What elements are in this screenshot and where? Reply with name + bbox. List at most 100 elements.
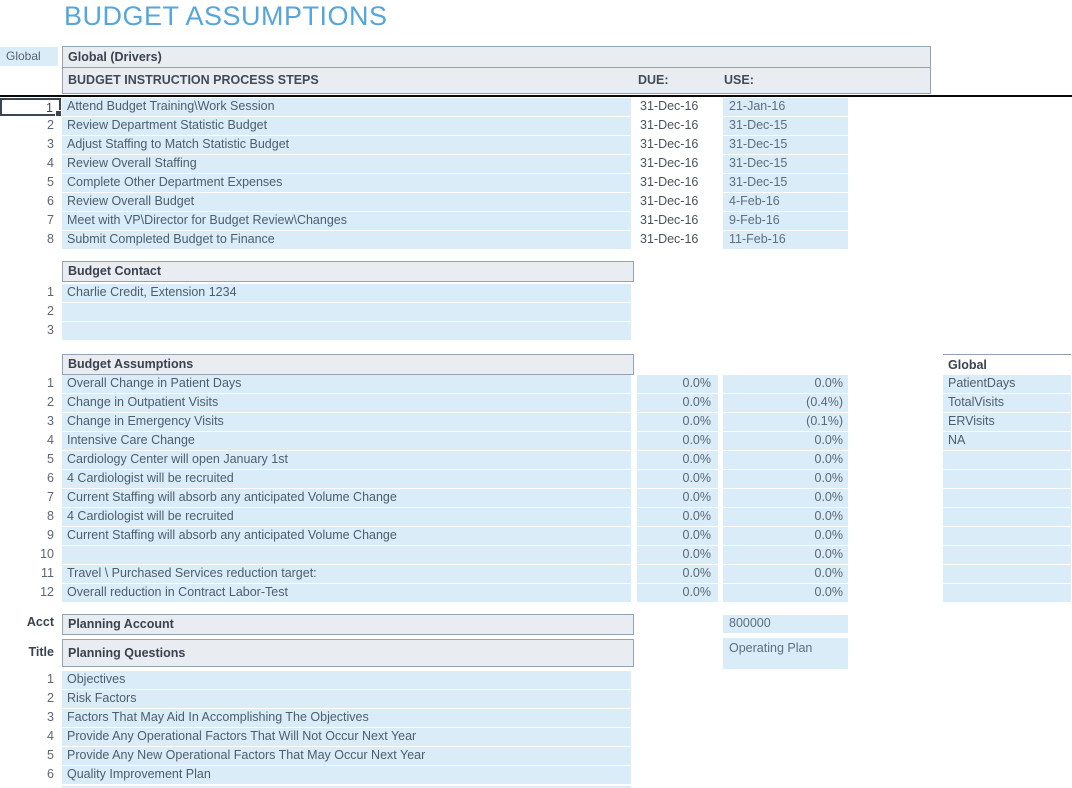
contact-cell[interactable]: Charlie Credit, Extension 1234: [62, 284, 631, 302]
percent1-cell[interactable]: 0.0%: [637, 451, 718, 469]
assumption-cell[interactable]: Current Staffing will absorb any anticip…: [62, 489, 631, 507]
percent1-cell[interactable]: 0.0%: [637, 470, 718, 488]
selected-cell[interactable]: 1: [0, 98, 61, 116]
process-step-cell[interactable]: Adjust Staffing to Match Statistic Budge…: [62, 136, 631, 154]
row-number[interactable]: 4: [0, 155, 58, 173]
global-driver-cell[interactable]: [943, 565, 1071, 583]
percent2-cell[interactable]: 0.0%: [723, 470, 848, 488]
row-number[interactable]: 3: [0, 136, 58, 154]
use-date-cell[interactable]: 31-Dec-15: [723, 136, 848, 154]
row-number[interactable]: 11: [0, 565, 58, 583]
process-step-cell[interactable]: Submit Completed Budget to Finance: [62, 231, 631, 249]
use-date-cell[interactable]: 4-Feb-16: [723, 193, 848, 211]
question-cell[interactable]: Provide Any New Operational Factors That…: [62, 747, 631, 765]
process-steps-header[interactable]: BUDGET INSTRUCTION PROCESS STEPS: [68, 68, 319, 93]
row-number[interactable]: 2: [0, 394, 58, 412]
operating-plan-cell[interactable]: Operating Plan: [723, 638, 848, 669]
assumption-cell[interactable]: Overall Change in Patient Days: [62, 375, 631, 393]
due-date-cell[interactable]: 31-Dec-16: [637, 155, 718, 173]
question-cell[interactable]: Provide Any Operational Factors That Wil…: [62, 728, 631, 746]
percent1-cell[interactable]: 0.0%: [637, 394, 718, 412]
global-driver-cell[interactable]: NA: [943, 432, 1071, 450]
global-driver-cell[interactable]: [943, 508, 1071, 526]
global-corner-cell[interactable]: Global: [0, 47, 58, 66]
row-number[interactable]: 3: [0, 413, 58, 431]
due-date-cell[interactable]: 31-Dec-16: [637, 212, 718, 230]
row-number[interactable]: 6: [0, 470, 58, 488]
percent2-cell[interactable]: 0.0%: [723, 508, 848, 526]
assumption-cell[interactable]: Change in Outpatient Visits: [62, 394, 631, 412]
due-date-cell[interactable]: 31-Dec-16: [637, 98, 718, 116]
row-number[interactable]: 9: [0, 527, 58, 545]
row-number[interactable]: 4: [0, 728, 58, 746]
due-date-cell[interactable]: 31-Dec-16: [637, 174, 718, 192]
use-date-cell[interactable]: 31-Dec-15: [723, 117, 848, 135]
percent1-cell[interactable]: 0.0%: [637, 432, 718, 450]
use-date-cell[interactable]: 31-Dec-15: [723, 155, 848, 173]
row-number[interactable]: 12: [0, 584, 58, 602]
row-number[interactable]: 2: [0, 303, 58, 321]
percent1-cell[interactable]: 0.0%: [637, 489, 718, 507]
percent1-cell[interactable]: 0.0%: [637, 508, 718, 526]
assumption-cell[interactable]: Change in Emergency Visits: [62, 413, 631, 431]
row-number[interactable]: 6: [0, 193, 58, 211]
row-number[interactable]: 4: [0, 432, 58, 450]
assumption-cell[interactable]: Intensive Care Change: [62, 432, 631, 450]
row-number[interactable]: 8: [0, 231, 58, 249]
row-number[interactable]: 1: [0, 284, 58, 302]
process-step-cell[interactable]: Complete Other Department Expenses: [62, 174, 631, 192]
percent1-cell[interactable]: 0.0%: [637, 584, 718, 602]
row-number[interactable]: 3: [0, 322, 58, 340]
percent2-cell[interactable]: 0.0%: [723, 584, 848, 602]
process-step-cell[interactable]: Review Overall Budget: [62, 193, 631, 211]
global-driver-cell[interactable]: PatientDays: [943, 375, 1071, 393]
row-number[interactable]: 10: [0, 546, 58, 564]
assumption-cell[interactable]: 4 Cardiologist will be recruited: [62, 508, 631, 526]
percent2-cell[interactable]: 0.0%: [723, 375, 848, 393]
process-step-cell[interactable]: Attend Budget Training\Work Session: [62, 98, 631, 116]
row-number[interactable]: 2: [0, 690, 58, 708]
budget-contact-header[interactable]: Budget Contact: [62, 261, 634, 282]
global-driver-cell[interactable]: TotalVisits: [943, 394, 1071, 412]
budget-assumptions-header[interactable]: Budget Assumptions: [62, 354, 634, 375]
global-driver-cell[interactable]: ERVisits: [943, 413, 1071, 431]
row-number[interactable]: 1: [0, 671, 58, 689]
due-date-cell[interactable]: 31-Dec-16: [637, 136, 718, 154]
percent2-cell[interactable]: 0.0%: [723, 546, 848, 564]
use-date-cell[interactable]: 9-Feb-16: [723, 212, 848, 230]
assumption-cell[interactable]: Travel \ Purchased Services reduction ta…: [62, 565, 631, 583]
row-number[interactable]: 8: [0, 508, 58, 526]
global-driver-cell[interactable]: [943, 470, 1071, 488]
row-number[interactable]: 7: [0, 489, 58, 507]
global-driver-cell[interactable]: [943, 584, 1071, 602]
global-driver-cell[interactable]: [943, 489, 1071, 507]
global-driver-cell[interactable]: [943, 546, 1071, 564]
use-date-cell[interactable]: 21-Jan-16: [723, 98, 848, 116]
row-number[interactable]: 2: [0, 117, 58, 135]
percent1-cell[interactable]: 0.0%: [637, 375, 718, 393]
planning-account-value-cell[interactable]: 800000: [723, 615, 848, 633]
use-column-header[interactable]: USE:: [724, 68, 754, 93]
question-cell[interactable]: Factors That May Aid In Accomplishing Th…: [62, 709, 631, 727]
percent2-cell[interactable]: 0.0%: [723, 565, 848, 583]
row-number[interactable]: 5: [0, 451, 58, 469]
percent1-cell[interactable]: 0.0%: [637, 565, 718, 583]
global-drivers-header[interactable]: Global: [943, 354, 1071, 375]
process-step-cell[interactable]: Review Overall Staffing: [62, 155, 631, 173]
due-date-cell[interactable]: 31-Dec-16: [637, 231, 718, 249]
assumption-cell[interactable]: Current Staffing will absorb any anticip…: [62, 527, 631, 545]
due-date-cell[interactable]: 31-Dec-16: [637, 193, 718, 211]
question-cell[interactable]: Quality Improvement Plan: [62, 766, 631, 784]
percent1-cell[interactable]: 0.0%: [637, 546, 718, 564]
global-driver-cell[interactable]: [943, 527, 1071, 545]
assumption-cell[interactable]: Cardiology Center will open January 1st: [62, 451, 631, 469]
percent2-cell[interactable]: (0.4%): [723, 394, 848, 412]
assumption-cell[interactable]: [62, 546, 631, 564]
use-date-cell[interactable]: 11-Feb-16: [723, 231, 848, 249]
percent2-cell[interactable]: 0.0%: [723, 489, 848, 507]
percent2-cell[interactable]: 0.0%: [723, 527, 848, 545]
row-number[interactable]: 7: [0, 212, 58, 230]
planning-account-header[interactable]: Planning Account: [62, 614, 634, 635]
contact-cell[interactable]: [62, 322, 631, 340]
due-column-header[interactable]: DUE:: [638, 68, 669, 93]
